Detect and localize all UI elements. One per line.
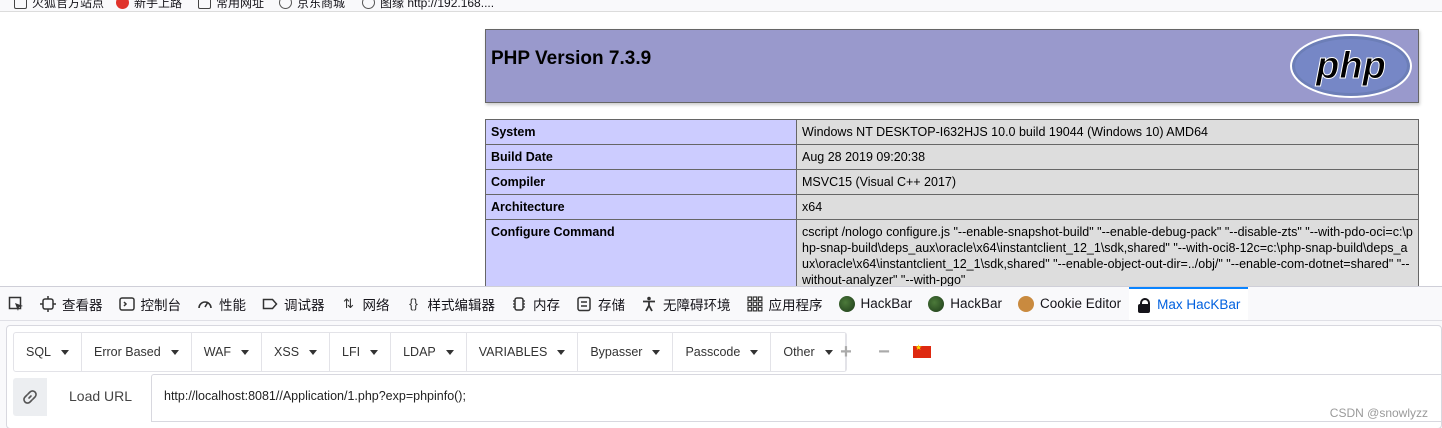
menu-other[interactable]: Other <box>771 333 846 371</box>
table-row: Configure Command cscript /nologo config… <box>485 219 1419 293</box>
style-editor-icon: {} <box>409 296 418 311</box>
url-textarea[interactable]: http://localhost:8081//Application/1.php… <box>151 374 1442 422</box>
hackbar-extra-controls: + − <box>837 332 931 372</box>
tab-inspector[interactable]: 查看器 <box>32 287 111 320</box>
load-url-button[interactable]: Load URL <box>69 388 132 404</box>
plus-icon[interactable]: + <box>837 341 855 364</box>
bookmark-item[interactable]: 常用网址 <box>198 0 264 12</box>
tab-console[interactable]: 控制台 <box>111 287 190 320</box>
table-row: Build Date Aug 28 2019 09:20:38 <box>485 144 1419 170</box>
caret-down-icon <box>557 349 566 355</box>
debugger-icon <box>262 296 278 312</box>
folder-icon <box>14 0 27 9</box>
accessibility-icon <box>641 296 657 312</box>
cookie-icon <box>1018 295 1035 312</box>
tab-max-hackbar[interactable]: Max HacKBar <box>1129 287 1249 320</box>
caret-down-icon <box>61 349 70 355</box>
php-logo: php <box>1290 34 1412 98</box>
menu-variables[interactable]: VARIABLES <box>467 333 579 371</box>
memory-icon <box>511 296 527 312</box>
globe-icon <box>279 0 292 9</box>
max-hackbar-panel: SQL Error Based WAF XSS LFI LDAP VARIABL… <box>6 325 1442 428</box>
storage-icon <box>576 296 592 312</box>
tab-debugger[interactable]: 调试器 <box>254 287 333 320</box>
svg-text:php: php <box>1315 45 1386 87</box>
bookmark-item[interactable]: 火狐官方站点 <box>14 0 104 12</box>
tab-application[interactable]: 应用程序 <box>739 287 831 320</box>
console-icon <box>118 296 135 312</box>
row-key: Compiler <box>485 169 797 195</box>
load-url-row: Load URL http://localhost:8081//Applicat… <box>7 374 1442 428</box>
devtools-tabbar: 查看器 控制台 性能 调试器 ⇅ 网络 {} 样式编辑器 内存 存储 无障碍环境 应… <box>0 287 1442 321</box>
menu-ldap[interactable]: LDAP <box>391 333 467 371</box>
menu-passcode[interactable]: Passcode <box>673 333 772 371</box>
caret-down-icon <box>652 349 661 355</box>
link-icon[interactable] <box>13 378 47 416</box>
caret-down-icon <box>750 349 759 355</box>
element-picker-icon <box>8 296 24 312</box>
globe-icon <box>362 0 375 9</box>
row-key: Build Date <box>485 144 797 170</box>
performance-icon <box>197 296 213 312</box>
tab-style-editor[interactable]: {} 样式编辑器 <box>398 287 504 320</box>
hackbar-icon <box>838 295 855 312</box>
hackbar-menu: SQL Error Based WAF XSS LFI LDAP VARIABL… <box>13 332 847 372</box>
element-picker-button[interactable] <box>0 287 32 320</box>
row-key: Configure Command <box>485 219 797 293</box>
bookmarks-bar: 火狐官方站点 新手上路 常用网址 京东商城 图缘 http://192.168.… <box>0 0 1442 12</box>
row-value: MSVC15 (Visual C++ 2017) <box>796 169 1419 195</box>
menu-lfi[interactable]: LFI <box>330 333 392 371</box>
firefox-icon <box>116 0 129 9</box>
tab-hackbar[interactable]: HackBar <box>831 287 921 320</box>
tab-memory[interactable]: 内存 <box>503 287 568 320</box>
tab-cookie-editor[interactable]: Cookie Editor <box>1010 287 1129 320</box>
tab-hackbar-2[interactable]: HackBar <box>920 287 1010 320</box>
watermark: CSDN @snowlyzz <box>1329 406 1428 420</box>
bookmark-item[interactable]: 新手上路 <box>116 0 182 12</box>
bookmark-item[interactable]: 图缘 http://192.168.... <box>362 0 494 12</box>
row-value: Aug 28 2019 09:20:38 <box>796 144 1419 170</box>
row-value: x64 <box>796 194 1419 220</box>
china-flag-icon[interactable] <box>913 343 931 358</box>
tab-storage[interactable]: 存储 <box>568 287 633 320</box>
row-value: Windows NT DESKTOP-I632HJS 10.0 build 19… <box>796 119 1419 145</box>
table-row: Architecture x64 <box>485 194 1419 220</box>
row-key: Architecture <box>485 194 797 220</box>
tab-performance[interactable]: 性能 <box>189 287 254 320</box>
caret-down-icon <box>370 349 379 355</box>
caret-down-icon <box>309 349 318 355</box>
menu-waf[interactable]: WAF <box>192 333 263 371</box>
minus-icon[interactable]: − <box>875 341 893 364</box>
table-row: System Windows NT DESKTOP-I632HJS 10.0 b… <box>485 119 1419 145</box>
tab-network[interactable]: ⇅ 网络 <box>333 287 398 320</box>
menu-sql[interactable]: SQL <box>14 333 83 371</box>
bookmark-item[interactable]: 京东商城 <box>279 0 345 12</box>
network-icon: ⇅ <box>343 295 354 311</box>
inspector-icon <box>40 295 56 312</box>
tab-accessibility[interactable]: 无障碍环境 <box>633 287 739 320</box>
caret-down-icon <box>241 349 250 355</box>
page-title: PHP Version 7.3.9 <box>491 48 652 69</box>
folder-icon <box>198 0 211 9</box>
hackbar-icon <box>928 295 945 312</box>
row-key: System <box>485 119 797 145</box>
application-icon <box>746 295 763 312</box>
caret-down-icon <box>824 349 833 355</box>
menu-error-based[interactable]: Error Based <box>82 333 192 371</box>
table-row: Compiler MSVC15 (Visual C++ 2017) <box>485 169 1419 195</box>
caret-down-icon <box>445 349 454 355</box>
menu-xss[interactable]: XSS <box>262 333 331 371</box>
php-info-table: System Windows NT DESKTOP-I632HJS 10.0 b… <box>485 119 1419 293</box>
menu-bypasser[interactable]: Bypasser <box>578 333 674 371</box>
row-value: cscript /nologo configure.js "--enable-s… <box>796 219 1419 293</box>
lock-icon <box>1137 297 1151 313</box>
php-version-header: PHP Version 7.3.9 php <box>485 29 1419 103</box>
devtools-panel: 查看器 控制台 性能 调试器 ⇅ 网络 {} 样式编辑器 内存 存储 无障碍环境 应… <box>0 286 1442 428</box>
caret-down-icon <box>170 349 179 355</box>
